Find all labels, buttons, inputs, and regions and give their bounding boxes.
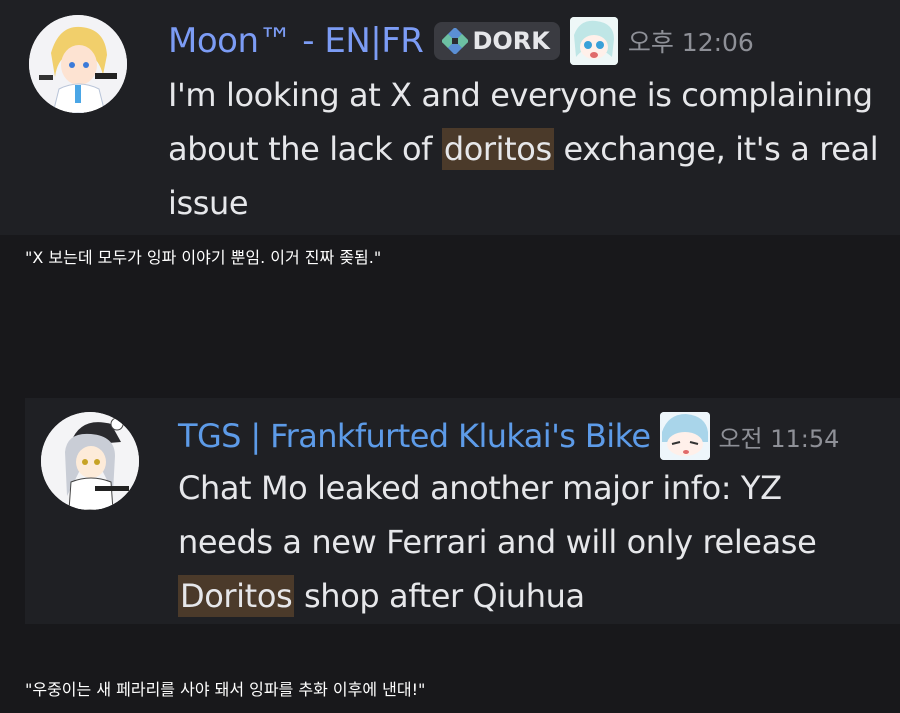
translation-caption: "X 보는데 모두가 잉파 이야기 뿐임. 이거 진짜 좆됨." bbox=[25, 248, 382, 267]
username[interactable]: TGS | Frankfurted Klukai's Bike bbox=[178, 417, 651, 455]
avatar[interactable] bbox=[41, 412, 139, 510]
username[interactable]: Moon™ - EN|FR bbox=[168, 21, 424, 61]
diamond-cross-icon bbox=[442, 28, 469, 54]
message-text: Chat Mo leaked another major info: YZ ne… bbox=[178, 461, 878, 623]
role-tag[interactable]: DORK bbox=[434, 22, 560, 60]
avatar[interactable] bbox=[29, 15, 127, 113]
message-text: I'm looking at X and everyone is complai… bbox=[168, 68, 888, 230]
highlighted-word: Doritos bbox=[178, 575, 295, 617]
highlighted-word: doritos bbox=[441, 128, 554, 170]
anime-avatar-icon bbox=[41, 412, 139, 510]
message-header: Moon™ - EN|FR DORK 오후 12:06 bbox=[168, 16, 754, 66]
emoji-sticker bbox=[660, 412, 711, 460]
chibi-face-icon bbox=[569, 17, 618, 65]
chat-message: TGS | Frankfurted Klukai's Bike 오전 11:54… bbox=[25, 398, 900, 624]
timestamp: 오전 11:54 bbox=[718, 424, 840, 453]
chibi-face-icon bbox=[660, 412, 711, 460]
translation-caption: "우중이는 새 페라리를 사야 돼서 잉파를 추화 이후에 낸대!" bbox=[25, 680, 426, 699]
message-text-part: Chat Mo leaked another major info: YZ ne… bbox=[178, 469, 817, 561]
message-text-part: shop after Qiuhua bbox=[294, 577, 585, 615]
message-header: TGS | Frankfurted Klukai's Bike 오전 11:54 bbox=[178, 412, 839, 460]
anime-avatar-icon bbox=[29, 15, 127, 113]
emoji-sticker bbox=[569, 17, 618, 65]
role-label: DORK bbox=[472, 27, 550, 55]
timestamp: 오후 12:06 bbox=[627, 28, 754, 57]
chat-message: Moon™ - EN|FR DORK 오후 12:06 I'm looking … bbox=[0, 0, 900, 235]
